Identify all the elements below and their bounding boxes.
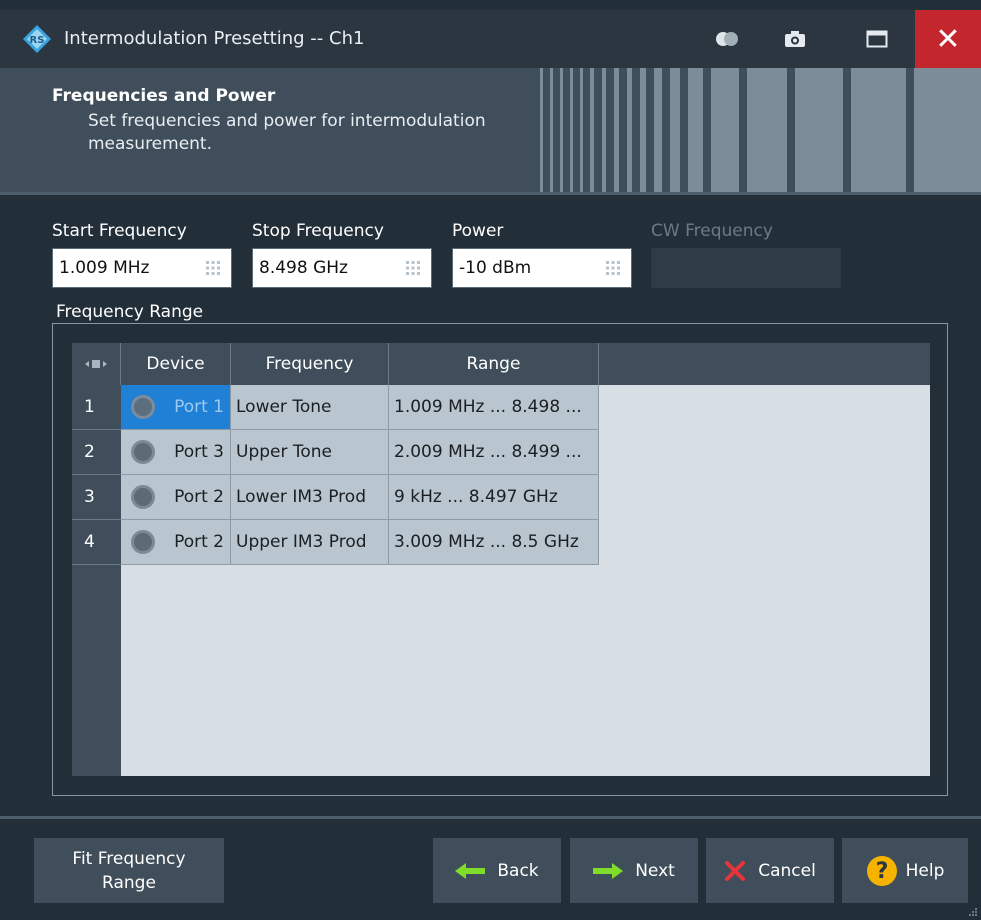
table-row[interactable]: 4 Port 2 Upper IM3 Prod 3.009 MHz ... 8.… bbox=[72, 520, 599, 565]
question-icon: ? bbox=[866, 855, 898, 887]
stop-frequency-label: Stop Frequency bbox=[252, 221, 384, 241]
resize-grip-icon[interactable] bbox=[967, 906, 977, 916]
screenshot-button[interactable] bbox=[766, 10, 824, 68]
cancel-button[interactable]: Cancel bbox=[706, 838, 834, 903]
device-value: Port 2 bbox=[174, 487, 224, 507]
fit-frequency-range-button[interactable]: Fit Frequency Range bbox=[34, 838, 224, 903]
column-header-frequency[interactable]: Frequency bbox=[231, 343, 389, 385]
x-icon bbox=[724, 860, 746, 882]
cw-frequency-field bbox=[651, 248, 841, 288]
arrow-left-icon bbox=[455, 862, 486, 880]
frequency-cell[interactable]: Lower Tone bbox=[231, 385, 389, 430]
port-icon bbox=[131, 485, 155, 509]
port-icon bbox=[131, 530, 155, 554]
back-button[interactable]: Back bbox=[433, 838, 561, 903]
device-value: Port 2 bbox=[174, 532, 224, 552]
frequency-cell[interactable]: Lower IM3 Prod bbox=[231, 475, 389, 520]
maximize-icon bbox=[866, 30, 888, 48]
help-label: Help bbox=[905, 860, 945, 881]
frequency-cell[interactable]: Upper IM3 Prod bbox=[231, 520, 389, 565]
table-row[interactable]: 2 Port 3 Upper Tone 2.009 MHz ... 8.499 … bbox=[72, 430, 599, 475]
start-frequency-label: Start Frequency bbox=[52, 221, 187, 241]
cancel-label: Cancel bbox=[758, 860, 816, 881]
stop-frequency-value: 8.498 GHz bbox=[259, 258, 348, 278]
port-icon bbox=[131, 440, 155, 464]
camera-icon bbox=[785, 31, 805, 47]
start-frequency-value: 1.009 MHz bbox=[59, 258, 150, 278]
table-row[interactable]: 1 Port 1 Lower Tone 1.009 MHz ... 8.498 … bbox=[72, 385, 599, 430]
cw-frequency-label: CW Frequency bbox=[651, 221, 773, 241]
table-row[interactable]: 3 Port 2 Lower IM3 Prod 9 kHz ... 8.497 … bbox=[72, 475, 599, 520]
fit-frequency-range-label-line2: Range bbox=[102, 872, 156, 893]
title-bar: RS Intermodulation Presetting -- Ch1 ✕ bbox=[0, 10, 981, 68]
power-label: Power bbox=[452, 221, 504, 241]
frequency-range-table[interactable]: Device Frequency Range 1 Port 1 Lower To… bbox=[72, 343, 930, 776]
range-cell[interactable]: 1.009 MHz ... 8.498 ... bbox=[389, 385, 599, 430]
frequency-range-label: Frequency Range bbox=[56, 302, 204, 322]
device-value: Port 3 bbox=[174, 442, 224, 462]
device-cell[interactable]: Port 1 bbox=[121, 385, 231, 430]
port-icon bbox=[131, 395, 155, 419]
range-cell[interactable]: 3.009 MHz ... 8.5 GHz bbox=[389, 520, 599, 565]
row-number: 1 bbox=[72, 385, 121, 430]
header-decoration bbox=[536, 68, 981, 192]
help-button[interactable]: ? Help bbox=[842, 838, 968, 903]
start-frequency-field[interactable]: 1.009 MHz bbox=[52, 248, 232, 288]
range-cell[interactable]: 9 kHz ... 8.497 GHz bbox=[389, 475, 599, 520]
device-cell[interactable]: Port 2 bbox=[121, 520, 231, 565]
app-logo-icon: RS bbox=[23, 25, 51, 53]
column-header-device[interactable]: Device bbox=[121, 343, 231, 385]
footer-divider bbox=[0, 816, 981, 819]
device-cell[interactable]: Port 3 bbox=[121, 430, 231, 475]
power-field[interactable]: -10 dBm bbox=[452, 248, 632, 288]
device-value: Port 1 bbox=[174, 397, 224, 417]
fit-frequency-range-label-line1: Fit Frequency bbox=[72, 848, 186, 869]
keypad-icon[interactable] bbox=[405, 260, 421, 276]
svg-text:?: ? bbox=[875, 859, 888, 884]
column-resize-icon bbox=[85, 360, 107, 368]
toggle-icon bbox=[716, 32, 738, 46]
step-title: Frequencies and Power bbox=[52, 86, 276, 106]
svg-text:RS: RS bbox=[30, 35, 45, 46]
wizard-header: Frequencies and Power Set frequencies an… bbox=[0, 68, 981, 195]
row-number: 2 bbox=[72, 430, 121, 475]
close-icon: ✕ bbox=[935, 21, 961, 57]
frequency-cell[interactable]: Upper Tone bbox=[231, 430, 389, 475]
close-button[interactable]: ✕ bbox=[915, 10, 981, 68]
column-header-range[interactable]: Range bbox=[389, 343, 599, 385]
keypad-icon[interactable] bbox=[605, 260, 621, 276]
maximize-button[interactable] bbox=[848, 10, 906, 68]
step-description: Set frequencies and power for intermodul… bbox=[88, 111, 486, 154]
back-label: Back bbox=[497, 860, 539, 881]
keypad-icon[interactable] bbox=[205, 260, 221, 276]
column-resize-handle[interactable] bbox=[72, 343, 121, 385]
intermodulation-dialog: RS Intermodulation Presetting -- Ch1 ✕ F… bbox=[0, 0, 981, 920]
row-number: 4 bbox=[72, 520, 121, 565]
range-cell[interactable]: 2.009 MHz ... 8.499 ... bbox=[389, 430, 599, 475]
arrow-right-icon bbox=[593, 862, 624, 880]
toggle-button[interactable] bbox=[698, 10, 756, 68]
stop-frequency-field[interactable]: 8.498 GHz bbox=[252, 248, 432, 288]
next-label: Next bbox=[635, 860, 675, 881]
next-button[interactable]: Next bbox=[570, 838, 698, 903]
row-number: 3 bbox=[72, 475, 121, 520]
window-title: Intermodulation Presetting -- Ch1 bbox=[64, 28, 365, 49]
device-cell[interactable]: Port 2 bbox=[121, 475, 231, 520]
power-value: -10 dBm bbox=[459, 258, 532, 278]
